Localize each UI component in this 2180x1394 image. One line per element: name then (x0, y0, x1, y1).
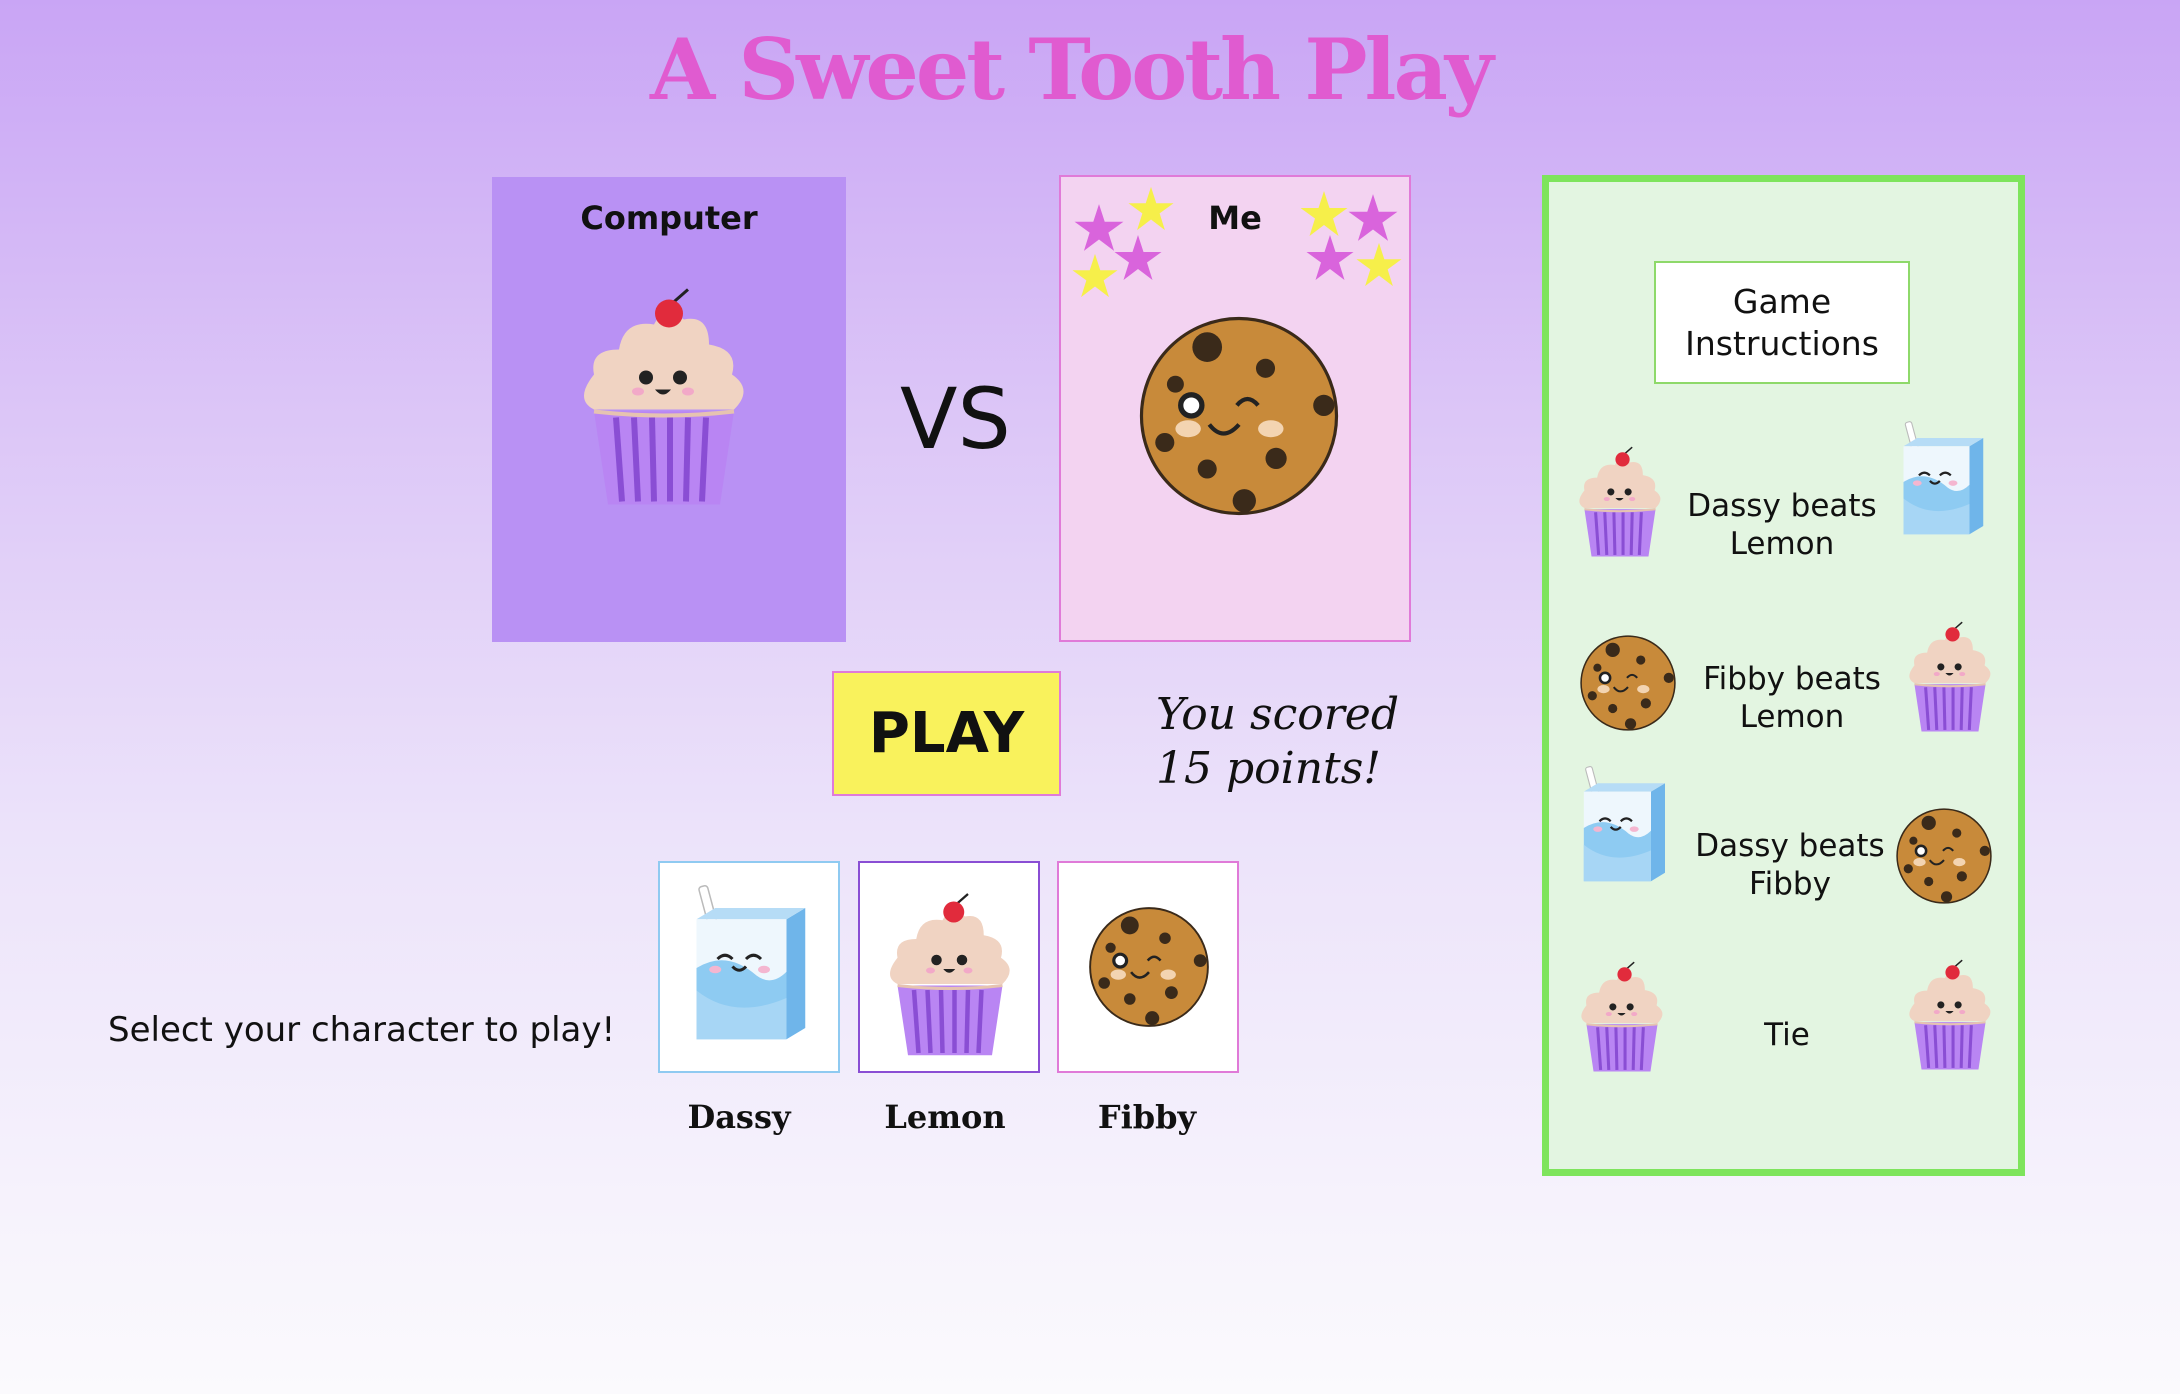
me-card: Me (1059, 175, 1411, 642)
computer-label: Computer (580, 199, 758, 237)
star-icon (1299, 189, 1349, 239)
instructions-title: Game Instructions (1654, 261, 1910, 384)
cupcake-icon (564, 267, 764, 512)
cookie-icon (1133, 310, 1345, 522)
character-name-fibby: Fibby (1097, 1098, 1197, 1136)
character-name-dassy: Dassy (687, 1098, 791, 1136)
star-icon (1071, 252, 1119, 300)
page-title: A Sweet Tooth Play (650, 20, 1494, 119)
star-icon (1355, 241, 1403, 289)
character-choice-fibby[interactable] (1057, 861, 1239, 1073)
computer-card: Computer (492, 177, 846, 642)
rule-text: Dassy beats Lemon (1687, 488, 1877, 562)
juice-box-icon (1567, 760, 1679, 896)
instructions-panel: Game Instructions Dassy beats Lemon Fibb… (1542, 175, 2025, 1176)
star-icon (1127, 185, 1175, 233)
juice-box-icon (1887, 416, 1997, 548)
cookie-icon (1577, 632, 1679, 734)
character-name-lemon: Lemon (884, 1098, 1006, 1136)
character-choice-dassy[interactable] (658, 861, 840, 1073)
vs-label: VS (900, 370, 1011, 468)
cupcake-icon (875, 879, 1025, 1059)
cookie-icon (1893, 805, 1995, 907)
cupcake-icon (1571, 952, 1673, 1074)
cupcake-icon (1899, 950, 2001, 1072)
cupcake-icon (1569, 437, 1671, 559)
play-button[interactable]: PLAY (832, 671, 1061, 796)
rule-text: Dassy beats Fibby (1695, 828, 1885, 902)
rule-text: Tie (1764, 1017, 1810, 1053)
cookie-icon (1085, 903, 1213, 1031)
select-prompt: Select your character to play! (108, 1010, 616, 1050)
rule-text: Fibby beats Lemon (1703, 661, 1881, 735)
juice-box-icon (674, 868, 824, 1068)
score-text: You scored 15 points! (1156, 689, 1399, 794)
star-icon (1305, 233, 1355, 283)
character-choice-lemon[interactable] (858, 861, 1040, 1073)
cupcake-icon (1899, 612, 2001, 734)
star-icon (1113, 233, 1163, 283)
